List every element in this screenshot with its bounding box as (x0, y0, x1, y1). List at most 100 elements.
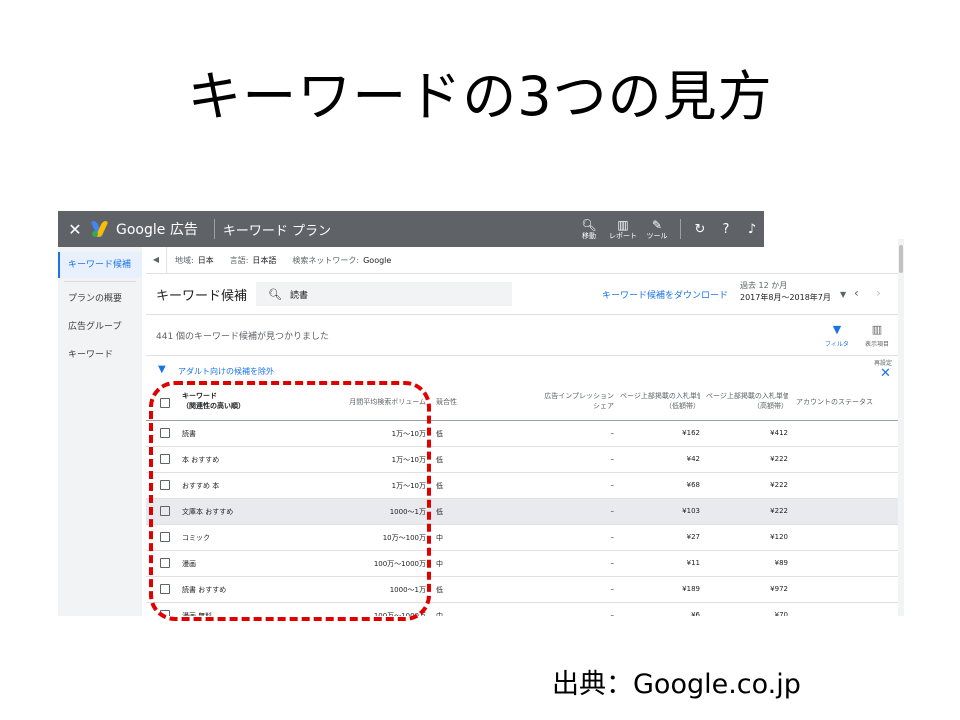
cell-bid-high: ¥120 (770, 533, 788, 541)
cell-bid-low: ¥189 (682, 585, 700, 593)
sidebar-item-keywords[interactable]: キーワード (58, 341, 142, 369)
report-button[interactable]: ▥ レポート (606, 219, 640, 240)
tools-button-label: ツール (646, 231, 668, 240)
header-bid-high-sub: （高額帯） (753, 402, 788, 410)
top-app-bar: ✕ Google 広告 キーワード プラン 🔍︎ 移動 ▥ レポート ✎ ツール… (58, 211, 764, 247)
refresh-icon[interactable]: ↻ (687, 222, 713, 237)
adult-filter-chip[interactable]: アダルト向けの候補を除外 (178, 366, 274, 377)
toolbar-icons: 🔍︎ 移動 ▥ レポート ✎ ツール ↻ ? ♪ (572, 211, 765, 247)
chevron-right-icon[interactable]: › (876, 286, 881, 300)
scrollbar[interactable] (898, 239, 904, 616)
cell-bid-high: ¥222 (770, 481, 788, 489)
cell-bid-high: ¥89 (774, 559, 788, 567)
cell-bid-low: ¥6 (691, 611, 700, 616)
search-icon: 🔍︎ (268, 287, 282, 301)
sidebar: キーワード候補 プランの概要 広告グループ キーワード (58, 247, 142, 616)
cell-competition: 低 (436, 508, 443, 516)
close-icon: ✕ (880, 366, 891, 381)
cell-bid-high: ¥972 (770, 585, 788, 593)
filter-label: フィルタ (825, 341, 849, 348)
cell-bid-low: ¥11 (686, 559, 700, 567)
search-icon: 🔍︎ (581, 217, 597, 232)
divider (213, 219, 215, 239)
cell-bid-low: ¥42 (686, 455, 700, 463)
period-label: 過去 12 か月 (740, 281, 788, 290)
tools-button[interactable]: ✎ ツール (640, 219, 674, 240)
cell-impression: – (610, 455, 615, 463)
filter-icon: ▼ (158, 364, 166, 375)
highlight-dashed-box (149, 381, 431, 621)
sidebar-item-keyword-ideas[interactable]: キーワード候補 (58, 252, 142, 278)
close-icon[interactable]: ✕ (58, 220, 92, 239)
header-bid-high-label: ページ上部掲載の入札単価 (706, 392, 788, 400)
scrollbar-thumb[interactable] (899, 245, 903, 273)
language-value[interactable]: 日本語 (252, 255, 276, 266)
period-value: 2017年8月～2018年7月 (740, 293, 831, 302)
background (764, 211, 904, 239)
search-input[interactable]: 🔍︎ 読書 (256, 282, 512, 306)
report-button-label: レポート (609, 231, 637, 240)
sidebar-item-ad-groups[interactable]: 広告グループ (58, 313, 142, 341)
source-credit: 出典：Google.co.jp (552, 669, 801, 700)
header-bid-high[interactable]: ページ上部掲載の入札単価 （高額帯） (706, 391, 788, 411)
cell-bid-low: ¥27 (686, 533, 700, 541)
cell-impression: – (610, 559, 615, 567)
slide-title: キーワードの3つの見方 (187, 65, 773, 128)
header-bid-low[interactable]: ページ上部掲載の入札単価 （低額帯） (620, 391, 700, 411)
cell-bid-high: ¥222 (770, 455, 788, 463)
cell-bid-high: ¥222 (770, 507, 788, 515)
reset-button[interactable]: ✕ 再設定 (868, 358, 898, 381)
network-value[interactable]: Google (363, 256, 391, 265)
result-count: 441 個のキーワード候補が見つかりました (156, 332, 330, 342)
header-status[interactable]: アカウントのステータス (796, 397, 873, 407)
cell-competition: 低 (436, 456, 443, 464)
header-row: キーワード候補 🔍︎ 読書 キーワード候補をダウンロード 過去 12 か月 20… (146, 274, 898, 315)
columns-label: 表示項目 (864, 341, 889, 348)
cell-bid-high: ¥70 (774, 611, 788, 616)
cell-impression: – (610, 507, 615, 515)
header-competition[interactable]: 競合性 (436, 397, 457, 407)
chevron-left-icon[interactable]: ‹ (854, 286, 859, 300)
cell-bid-low: ¥68 (686, 481, 700, 489)
cell-competition: 中 (436, 560, 443, 568)
download-link[interactable]: キーワード候補をダウンロード (602, 288, 728, 301)
cell-bid-low: ¥162 (682, 429, 700, 437)
collapse-arrow-icon[interactable]: ◀ (146, 247, 167, 273)
columns-button[interactable]: ▥ 表示項目 (862, 323, 892, 348)
location-value[interactable]: 日本 (198, 255, 214, 266)
page-title: キーワード候補 (156, 288, 248, 304)
search-value: 読書 (289, 290, 308, 301)
chevron-down-icon[interactable]: ▼ (840, 290, 846, 299)
header-bid-low-label: ページ上部掲載の入札単価 (620, 392, 700, 400)
cell-bid-low: ¥103 (682, 507, 700, 515)
cell-impression: – (610, 533, 615, 541)
cell-impression: – (610, 585, 615, 593)
divider (680, 219, 681, 239)
network-key: 検索ネットワーク: (292, 255, 360, 265)
cell-bid-high: ¥412 (770, 429, 788, 437)
cell-impression: – (610, 429, 615, 437)
period-selector[interactable]: 過去 12 か月 2017年8月～2018年7月 (740, 280, 831, 304)
filter-button[interactable]: ▼ フィルタ (822, 323, 852, 348)
language-key: 言語: (229, 255, 249, 265)
cell-competition: 低 (436, 482, 443, 490)
cell-competition: 中 (436, 612, 443, 616)
cell-competition: 低 (436, 586, 443, 594)
cell-competition: 中 (436, 534, 443, 542)
location-key: 地域: (175, 255, 194, 265)
cell-impression: – (610, 611, 615, 616)
search-button[interactable]: 🔍︎ 移動 (572, 219, 606, 240)
columns-icon: ▥ (871, 323, 883, 336)
header-bid-low-sub: （低額帯） (665, 402, 700, 410)
wrench-icon: ✎ (651, 217, 663, 232)
header-impression[interactable]: 広告インプレッション シェア (486, 391, 614, 411)
help-icon[interactable]: ? (713, 222, 739, 237)
divider (64, 281, 136, 282)
brand-name: Google 広告 (116, 222, 198, 238)
search-button-label: 移動 (582, 231, 596, 240)
cell-competition: 低 (436, 430, 443, 438)
sidebar-item-plan-overview[interactable]: プランの概要 (58, 285, 142, 313)
plan-title: キーワード プラン (222, 223, 331, 239)
bell-icon[interactable]: ♪ (739, 222, 765, 237)
header-impression-sub: シェア (593, 402, 614, 410)
